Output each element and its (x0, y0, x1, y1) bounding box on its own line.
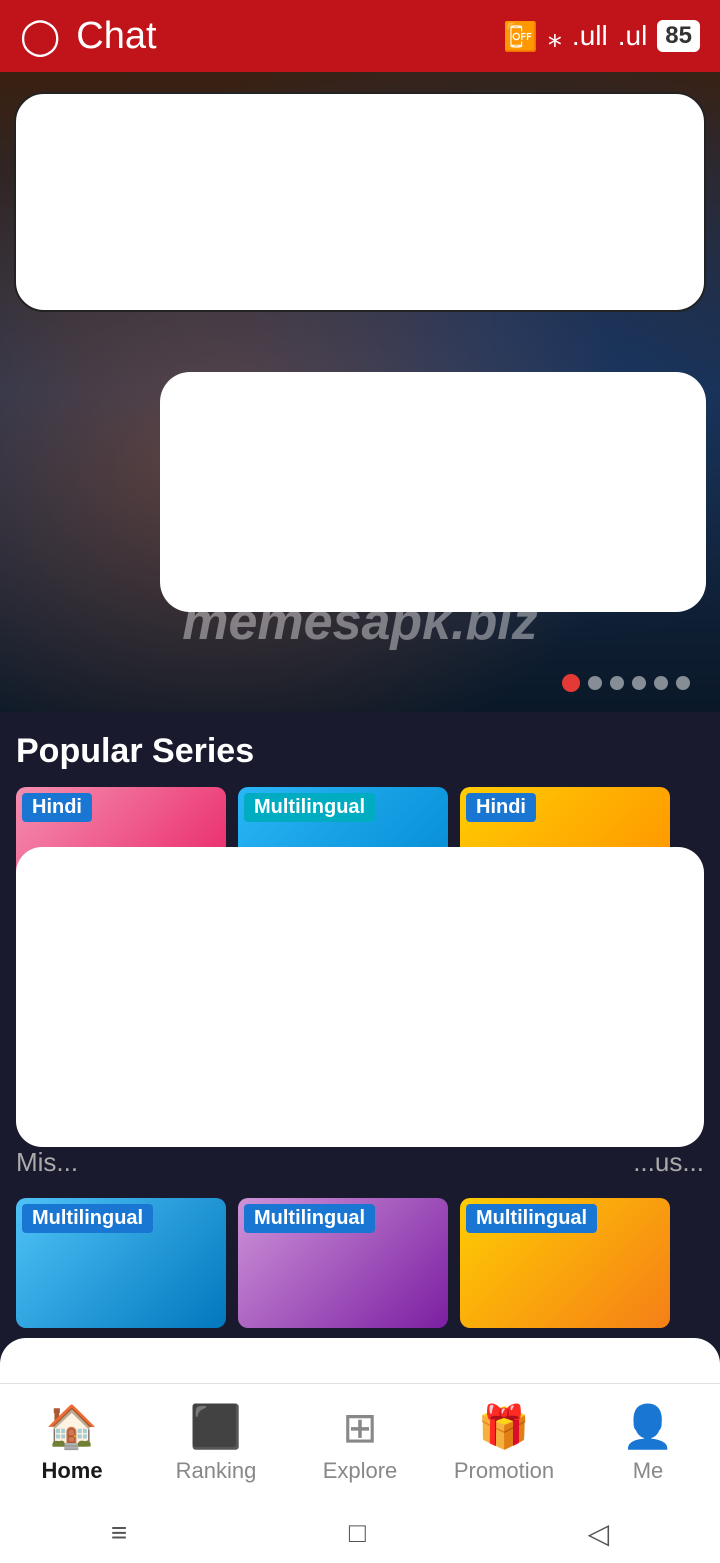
signal-icon-2: .ul (618, 20, 648, 52)
popular-series-section: Popular Series Hindi Multilingual Hindi (0, 712, 720, 1147)
vibrate-icon: 📴 (503, 20, 538, 53)
dot-3 (610, 676, 624, 690)
back-button[interactable]: ◁ (588, 1517, 610, 1550)
promotion-icon: 🎁 (478, 1403, 530, 1452)
mis-row: Mis... ...us... (0, 1147, 720, 1188)
mis-label-left: Mis... (16, 1147, 78, 1178)
status-bar-right: 📴 ⁎ .ull .ul 85 (503, 20, 700, 53)
nav-item-me[interactable]: 👤 Me (576, 1403, 720, 1484)
explore-icon: ⊞ (342, 1403, 377, 1452)
signal-icon-1: .ull (572, 20, 608, 52)
mis-label-right: ...us... (633, 1147, 704, 1178)
home-button[interactable]: □ (349, 1517, 366, 1549)
nav-item-home[interactable]: 🏠 Home (0, 1403, 144, 1484)
menu-button[interactable]: ≡ (111, 1517, 127, 1549)
nav-label-promotion: Promotion (454, 1458, 554, 1484)
series-badge-4: Multilingual (22, 1204, 153, 1233)
status-bar-left: ◯ Chat (20, 15, 157, 58)
series-card-4[interactable]: Multilingual (16, 1198, 226, 1328)
system-nav: ≡ □ ◁ (0, 1503, 720, 1563)
wifi-icon: ⁎ (548, 20, 562, 53)
nav-label-me: Me (633, 1458, 664, 1484)
nav-item-ranking[interactable]: ⬛ Ranking (144, 1403, 288, 1484)
dot-6 (676, 676, 690, 690)
dot-5 (654, 676, 668, 690)
series-badge-3: Hindi (466, 793, 536, 822)
nav-label-ranking: Ranking (176, 1458, 257, 1484)
nav-item-explore[interactable]: ⊞ Explore (288, 1403, 432, 1484)
battery-indicator: 85 (657, 20, 700, 52)
status-bar: ◯ Chat 📴 ⁎ .ull .ul 85 (0, 0, 720, 72)
popup-card-1 (14, 92, 706, 312)
popup-card-2 (160, 372, 706, 612)
dot-4 (632, 676, 646, 690)
series-badge-5: Multilingual (244, 1204, 375, 1233)
series-badge-2: Multilingual (244, 793, 375, 822)
nav-label-explore: Explore (323, 1458, 398, 1484)
app-title: Chat (76, 15, 156, 58)
series-row-2: Multilingual Multilingual Multilingual (0, 1188, 720, 1328)
carousel-dots (562, 674, 690, 692)
dot-2 (588, 676, 602, 690)
hero-banner[interactable]: memesapk.biz (0, 72, 720, 712)
section-title: Popular Series (16, 732, 704, 771)
popup-card-3 (16, 847, 704, 1147)
me-icon: 👤 (622, 1403, 674, 1452)
ranking-icon: ⬛ (190, 1403, 242, 1452)
dot-1 (562, 674, 580, 692)
series-badge-6: Multilingual (466, 1204, 597, 1233)
home-icon: 🏠 (46, 1403, 98, 1452)
series-card-5[interactable]: Multilingual (238, 1198, 448, 1328)
series-badge-1: Hindi (22, 793, 92, 822)
series-card-6[interactable]: Multilingual (460, 1198, 670, 1328)
chat-message-icon: ◯ (20, 15, 60, 57)
nav-label-home: Home (41, 1458, 102, 1484)
nav-item-promotion[interactable]: 🎁 Promotion (432, 1403, 576, 1484)
bottom-nav: 🏠 Home ⬛ Ranking ⊞ Explore 🎁 Promotion 👤… (0, 1383, 720, 1503)
